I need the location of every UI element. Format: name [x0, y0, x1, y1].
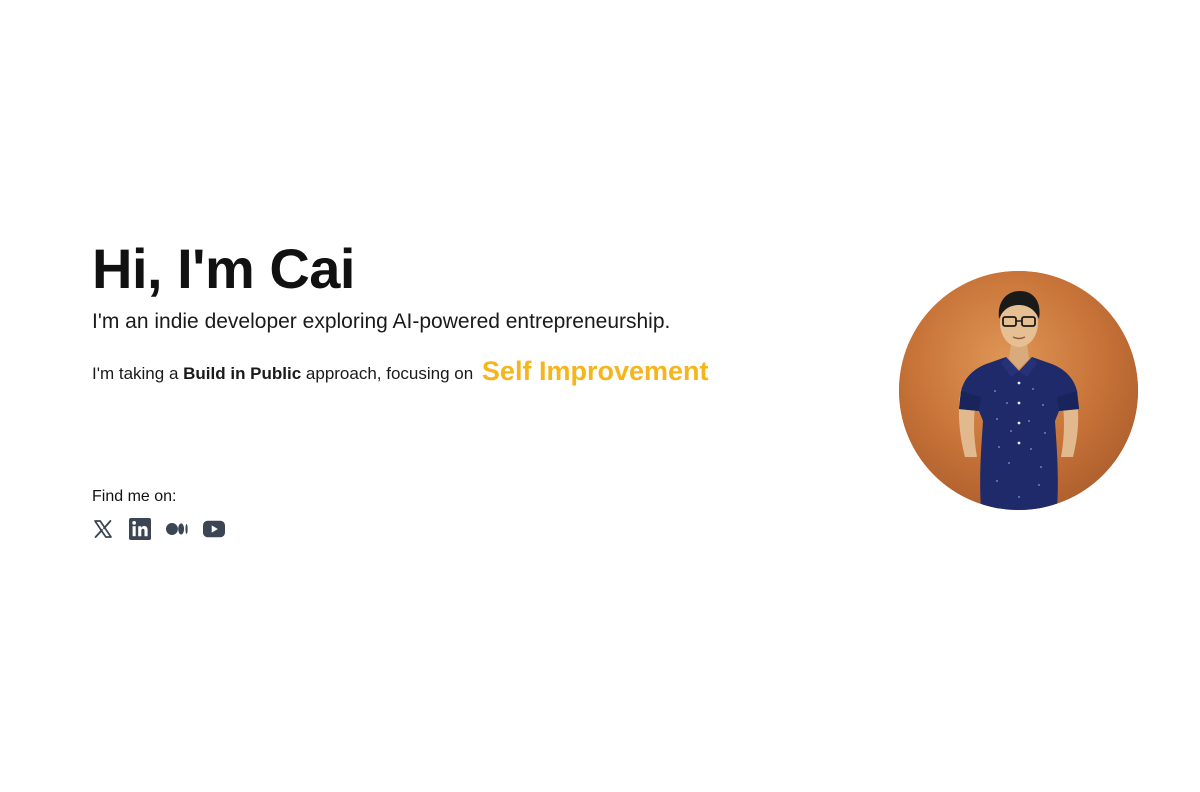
- tagline: I'm an indie developer exploring AI-powe…: [92, 310, 671, 333]
- intro-section: Hi, I'm Cai I'm an indie developer explo…: [92, 236, 852, 391]
- social-icons: [92, 518, 225, 540]
- social-section: Find me on:: [92, 486, 225, 540]
- youtube-icon: [203, 520, 225, 538]
- page-title: Hi, I'm Cai: [92, 237, 356, 300]
- avatar: [899, 271, 1138, 510]
- medium-link[interactable]: [166, 518, 188, 540]
- approach-prefix: I'm taking a: [92, 364, 184, 383]
- page: Hi, I'm Cai I'm an indie developer explo…: [0, 0, 1200, 792]
- linkedin-link[interactable]: [129, 518, 151, 540]
- youtube-link[interactable]: [203, 518, 225, 540]
- approach-emphasis: Build in Public: [183, 364, 302, 383]
- linkedin-icon: [129, 518, 151, 540]
- profile-photo: [899, 271, 1138, 510]
- x-link[interactable]: [92, 518, 114, 540]
- find-me-label: Find me on:: [92, 488, 177, 505]
- medium-icon: [166, 523, 188, 535]
- approach-middle: approach, focusing on: [301, 364, 478, 383]
- approach-statement: I'm taking a Build in Public approach, f…: [92, 354, 852, 391]
- x-icon: [94, 520, 112, 538]
- focus-topic: Self Improvement: [481, 356, 709, 386]
